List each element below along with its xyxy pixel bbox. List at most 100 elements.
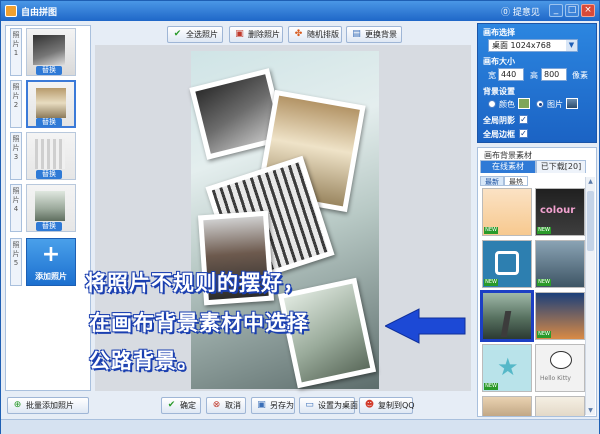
picture-radio-label: 图片 xyxy=(547,100,563,109)
random-label: 随机排版 xyxy=(307,30,339,39)
change-background-button[interactable]: ▤ 更换背景 xyxy=(346,26,402,43)
canvas-size-label: 画布大小 xyxy=(483,57,515,66)
canvas-size-select[interactable]: 桌面 1024x768 ▼ xyxy=(488,39,578,52)
new-badge: NEW xyxy=(537,279,551,286)
ok-button[interactable]: ✔ 确定 xyxy=(161,397,201,414)
cancel-label: 取消 xyxy=(225,401,241,410)
close-button[interactable]: × xyxy=(581,4,595,17)
delete-label: 删除照片 xyxy=(248,30,280,39)
background-tile[interactable]: colour NEW xyxy=(535,188,585,236)
scroll-down-icon[interactable]: ▼ xyxy=(586,406,595,415)
global-border-checkbox[interactable]: ✓ xyxy=(519,129,528,138)
feedback-link[interactable]: ⓪ 提意见 xyxy=(501,5,540,18)
canvas-area: 将照片不规则的摆好， 在画布背景素材中选择 公路背景。 xyxy=(85,45,471,391)
delete-photo-button[interactable]: ▣ 删除照片 xyxy=(229,26,283,43)
thumbnail-item[interactable]: 照片1 替换 xyxy=(10,28,84,78)
canvas-select-value: 桌面 1024x768 xyxy=(492,41,551,50)
cancel-button[interactable]: ⊗ 取消 xyxy=(206,397,246,414)
status-bar xyxy=(1,419,599,434)
scroll-up-icon[interactable]: ▲ xyxy=(586,177,595,186)
background-tile[interactable]: NEW xyxy=(482,188,532,236)
thumbnail-tab: 照片5 xyxy=(10,238,22,286)
save-icon: ▣ xyxy=(257,400,266,410)
feedback-icon: ⓪ xyxy=(501,8,511,18)
background-tile[interactable]: NEW xyxy=(535,240,585,288)
instruction-line-1: 将照片不规则的摆好， xyxy=(85,271,305,295)
copy-to-qq-button[interactable]: ☻ 复制到QQ xyxy=(359,397,415,414)
thumbnail-item[interactable]: 照片4 替换 xyxy=(10,184,84,234)
add-photo-button[interactable]: + 添加照片 xyxy=(26,238,76,286)
tab-downloaded[interactable]: 已下载[20] xyxy=(536,160,586,173)
cancel-icon: ⊗ xyxy=(212,400,221,410)
thumbnail-tab: 照片4 xyxy=(10,184,22,232)
arrow-icon xyxy=(385,308,466,344)
photo-thumbnail-list: 照片1 替换 照片2 替换 照片3 替换 照片4 替换 照片5 + 添加照片 xyxy=(5,25,91,391)
ok-label: 确定 xyxy=(180,401,196,410)
set-desktop-button[interactable]: ▭ 设置为桌面 xyxy=(299,397,358,414)
thumbnail-item[interactable]: 照片5 + 添加照片 xyxy=(10,238,84,288)
check-circle-icon: ✔ xyxy=(167,400,176,410)
height-label: 高 xyxy=(530,71,538,80)
qq-icon: ☻ xyxy=(364,400,375,410)
instruction-line-3: 公路背景。 xyxy=(89,349,199,373)
tab-online-material[interactable]: 在线素材 xyxy=(480,160,536,173)
global-shadow-label: 全局阴影 xyxy=(483,116,515,125)
set-desktop-label: 设置为桌面 xyxy=(318,401,358,410)
background-tile[interactable]: NEW xyxy=(482,240,532,288)
check-icon: ✔ xyxy=(173,29,182,39)
monitor-icon: ▭ xyxy=(305,400,314,410)
background-setting-label: 背景设置 xyxy=(483,87,515,96)
thumbnail-tab: 照片2 xyxy=(10,80,22,128)
shuffle-icon: ✤ xyxy=(294,29,303,39)
minimize-button[interactable]: _ xyxy=(549,4,563,17)
instruction-line-2: 在画布背景素材中选择 xyxy=(89,311,309,335)
subtab-latest[interactable]: 最新 xyxy=(480,176,504,186)
plus-icon: + xyxy=(41,242,61,267)
window-title: 自由拼图 xyxy=(21,8,58,18)
new-badge: NEW xyxy=(484,279,498,286)
global-shadow-checkbox[interactable]: ✓ xyxy=(519,115,528,124)
background-tile[interactable] xyxy=(482,396,532,416)
thumbnail-item[interactable]: 照片3 替换 xyxy=(10,132,84,182)
save-as-label: 另存为 xyxy=(270,401,294,410)
subtab-hot[interactable]: 最热 xyxy=(504,176,528,186)
replace-button[interactable]: 替换 xyxy=(36,222,62,231)
feedback-label: 提意见 xyxy=(512,8,540,18)
title-bar: 自由拼图 ⓪ 提意见 _ □ × xyxy=(1,1,599,21)
replace-button[interactable]: 替换 xyxy=(36,66,62,75)
picture-icon: ▤ xyxy=(352,29,361,39)
width-label: 宽 xyxy=(488,71,496,80)
chevron-down-icon: ▼ xyxy=(566,40,577,51)
background-tile[interactable]: Hello Kitty xyxy=(535,344,585,392)
select-all-button[interactable]: ✔ 全选照片 xyxy=(167,26,223,43)
unit-label: 像素 xyxy=(572,71,588,80)
new-badge: NEW xyxy=(484,383,498,390)
color-radio[interactable] xyxy=(488,100,496,108)
random-layout-button[interactable]: ✤ 随机排版 xyxy=(288,26,342,43)
background-tile-road[interactable] xyxy=(480,290,534,342)
color-swatch[interactable] xyxy=(518,98,530,109)
batch-add-button[interactable]: ⊕ 批量添加照片 xyxy=(7,397,89,414)
replace-button[interactable]: 替换 xyxy=(36,170,62,179)
thumbnail-item[interactable]: 照片2 替换 xyxy=(10,80,84,130)
height-input[interactable]: 800 xyxy=(541,68,567,81)
delete-icon: ▣ xyxy=(235,29,244,39)
canvas-settings-panel: 画布选择 桌面 1024x768 ▼ 画布大小 宽 440 高 800 像素 背… xyxy=(477,23,597,143)
app-icon xyxy=(5,5,17,17)
scroll-thumb[interactable] xyxy=(587,191,594,251)
material-scrollbar[interactable]: ▲ ▼ xyxy=(585,177,595,415)
add-photo-label: 添加照片 xyxy=(35,272,67,281)
thumbnail-tab: 照片3 xyxy=(10,132,22,180)
change-bg-label: 更换背景 xyxy=(365,30,397,39)
picture-radio[interactable] xyxy=(536,100,544,108)
background-tile[interactable]: ★ NEW xyxy=(482,344,532,392)
save-as-button[interactable]: ▣ 另存为 xyxy=(251,397,295,414)
replace-button[interactable]: 替换 xyxy=(36,118,62,127)
background-tile[interactable] xyxy=(535,396,585,416)
picture-picker-icon[interactable] xyxy=(566,98,578,109)
width-input[interactable]: 440 xyxy=(498,68,524,81)
background-tile[interactable]: NEW xyxy=(535,292,585,340)
collage-canvas[interactable] xyxy=(189,51,379,389)
new-badge: NEW xyxy=(537,331,551,338)
maximize-button[interactable]: □ xyxy=(565,4,579,17)
